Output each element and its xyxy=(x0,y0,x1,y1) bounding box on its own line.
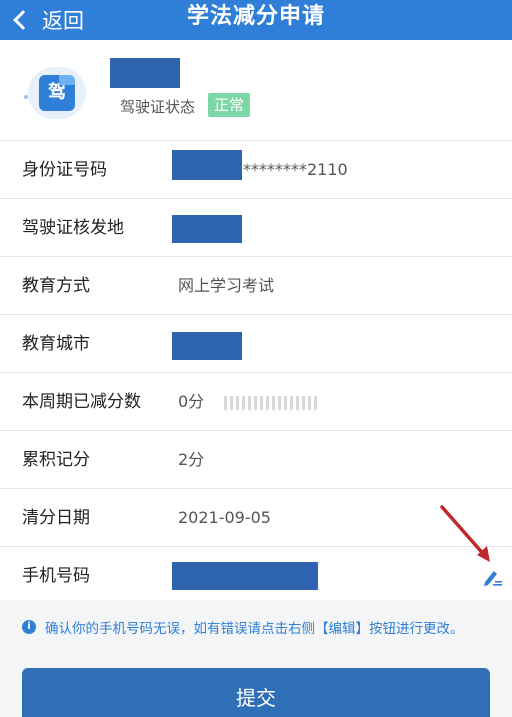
info-card: 驾 驾驶证状态 正常 身份证号码 ********2110 驾驶证核发地 教育方… xyxy=(0,40,512,600)
name-redaction xyxy=(110,58,180,88)
row-accumulated-points: 累积记分 2分 xyxy=(0,430,512,488)
id-number-value: ********2110 xyxy=(243,160,348,179)
accumulated-points-value: 2分 xyxy=(178,450,205,469)
row-reduced-points: 本周期已减分数 0分 xyxy=(0,372,512,430)
education-method-value: 网上学习考试 xyxy=(178,276,275,295)
row-label: 身份证号码 xyxy=(22,160,107,180)
license-profile: 驾 驾驶证状态 正常 xyxy=(0,40,512,140)
license-icon-corner xyxy=(59,75,75,85)
row-id-number: 身份证号码 ********2110 xyxy=(0,140,512,198)
row-label: 驾驶证核发地 xyxy=(22,218,124,238)
issuer-redaction xyxy=(172,215,242,243)
license-status-label: 驾驶证状态 xyxy=(120,98,196,116)
row-label: 教育方式 xyxy=(22,276,90,296)
notice-bar: i 确认你的手机号码无误，如有错误请点击右侧【编辑】按钮进行更改。 xyxy=(0,600,512,656)
row-clear-date: 清分日期 2021-09-05 xyxy=(0,488,512,546)
row-label: 清分日期 xyxy=(22,508,90,528)
row-label: 教育城市 xyxy=(22,334,90,354)
row-label: 本周期已减分数 xyxy=(22,392,141,412)
row-education-city: 教育城市 xyxy=(0,314,512,372)
blurred-placeholder xyxy=(224,396,320,410)
reduced-points-value: 0分 xyxy=(178,392,205,411)
decor-dot xyxy=(24,95,28,99)
clear-date-value: 2021-09-05 xyxy=(178,508,271,527)
row-license-issuer: 驾驶证核发地 xyxy=(0,198,512,256)
row-label: 手机号码 xyxy=(22,566,90,586)
submit-button[interactable]: 提交 xyxy=(22,668,490,717)
row-phone-number: 手机号码 xyxy=(0,546,512,604)
city-redaction xyxy=(172,332,242,360)
phone-redaction xyxy=(172,562,318,590)
notice-text: 确认你的手机号码无误，如有错误请点击右侧【编辑】按钮进行更改。 xyxy=(45,621,464,637)
app-header: 返回 学法减分申请 xyxy=(0,0,512,40)
status-badge: 正常 xyxy=(208,93,251,117)
row-education-method: 教育方式 网上学习考试 xyxy=(0,256,512,314)
edit-icon[interactable] xyxy=(482,567,504,587)
id-redaction xyxy=(172,150,242,180)
license-avatar: 驾 xyxy=(22,67,94,127)
info-icon: i xyxy=(22,620,36,634)
row-label: 累积记分 xyxy=(22,450,90,470)
page-title: 学法减分申请 xyxy=(186,4,325,29)
